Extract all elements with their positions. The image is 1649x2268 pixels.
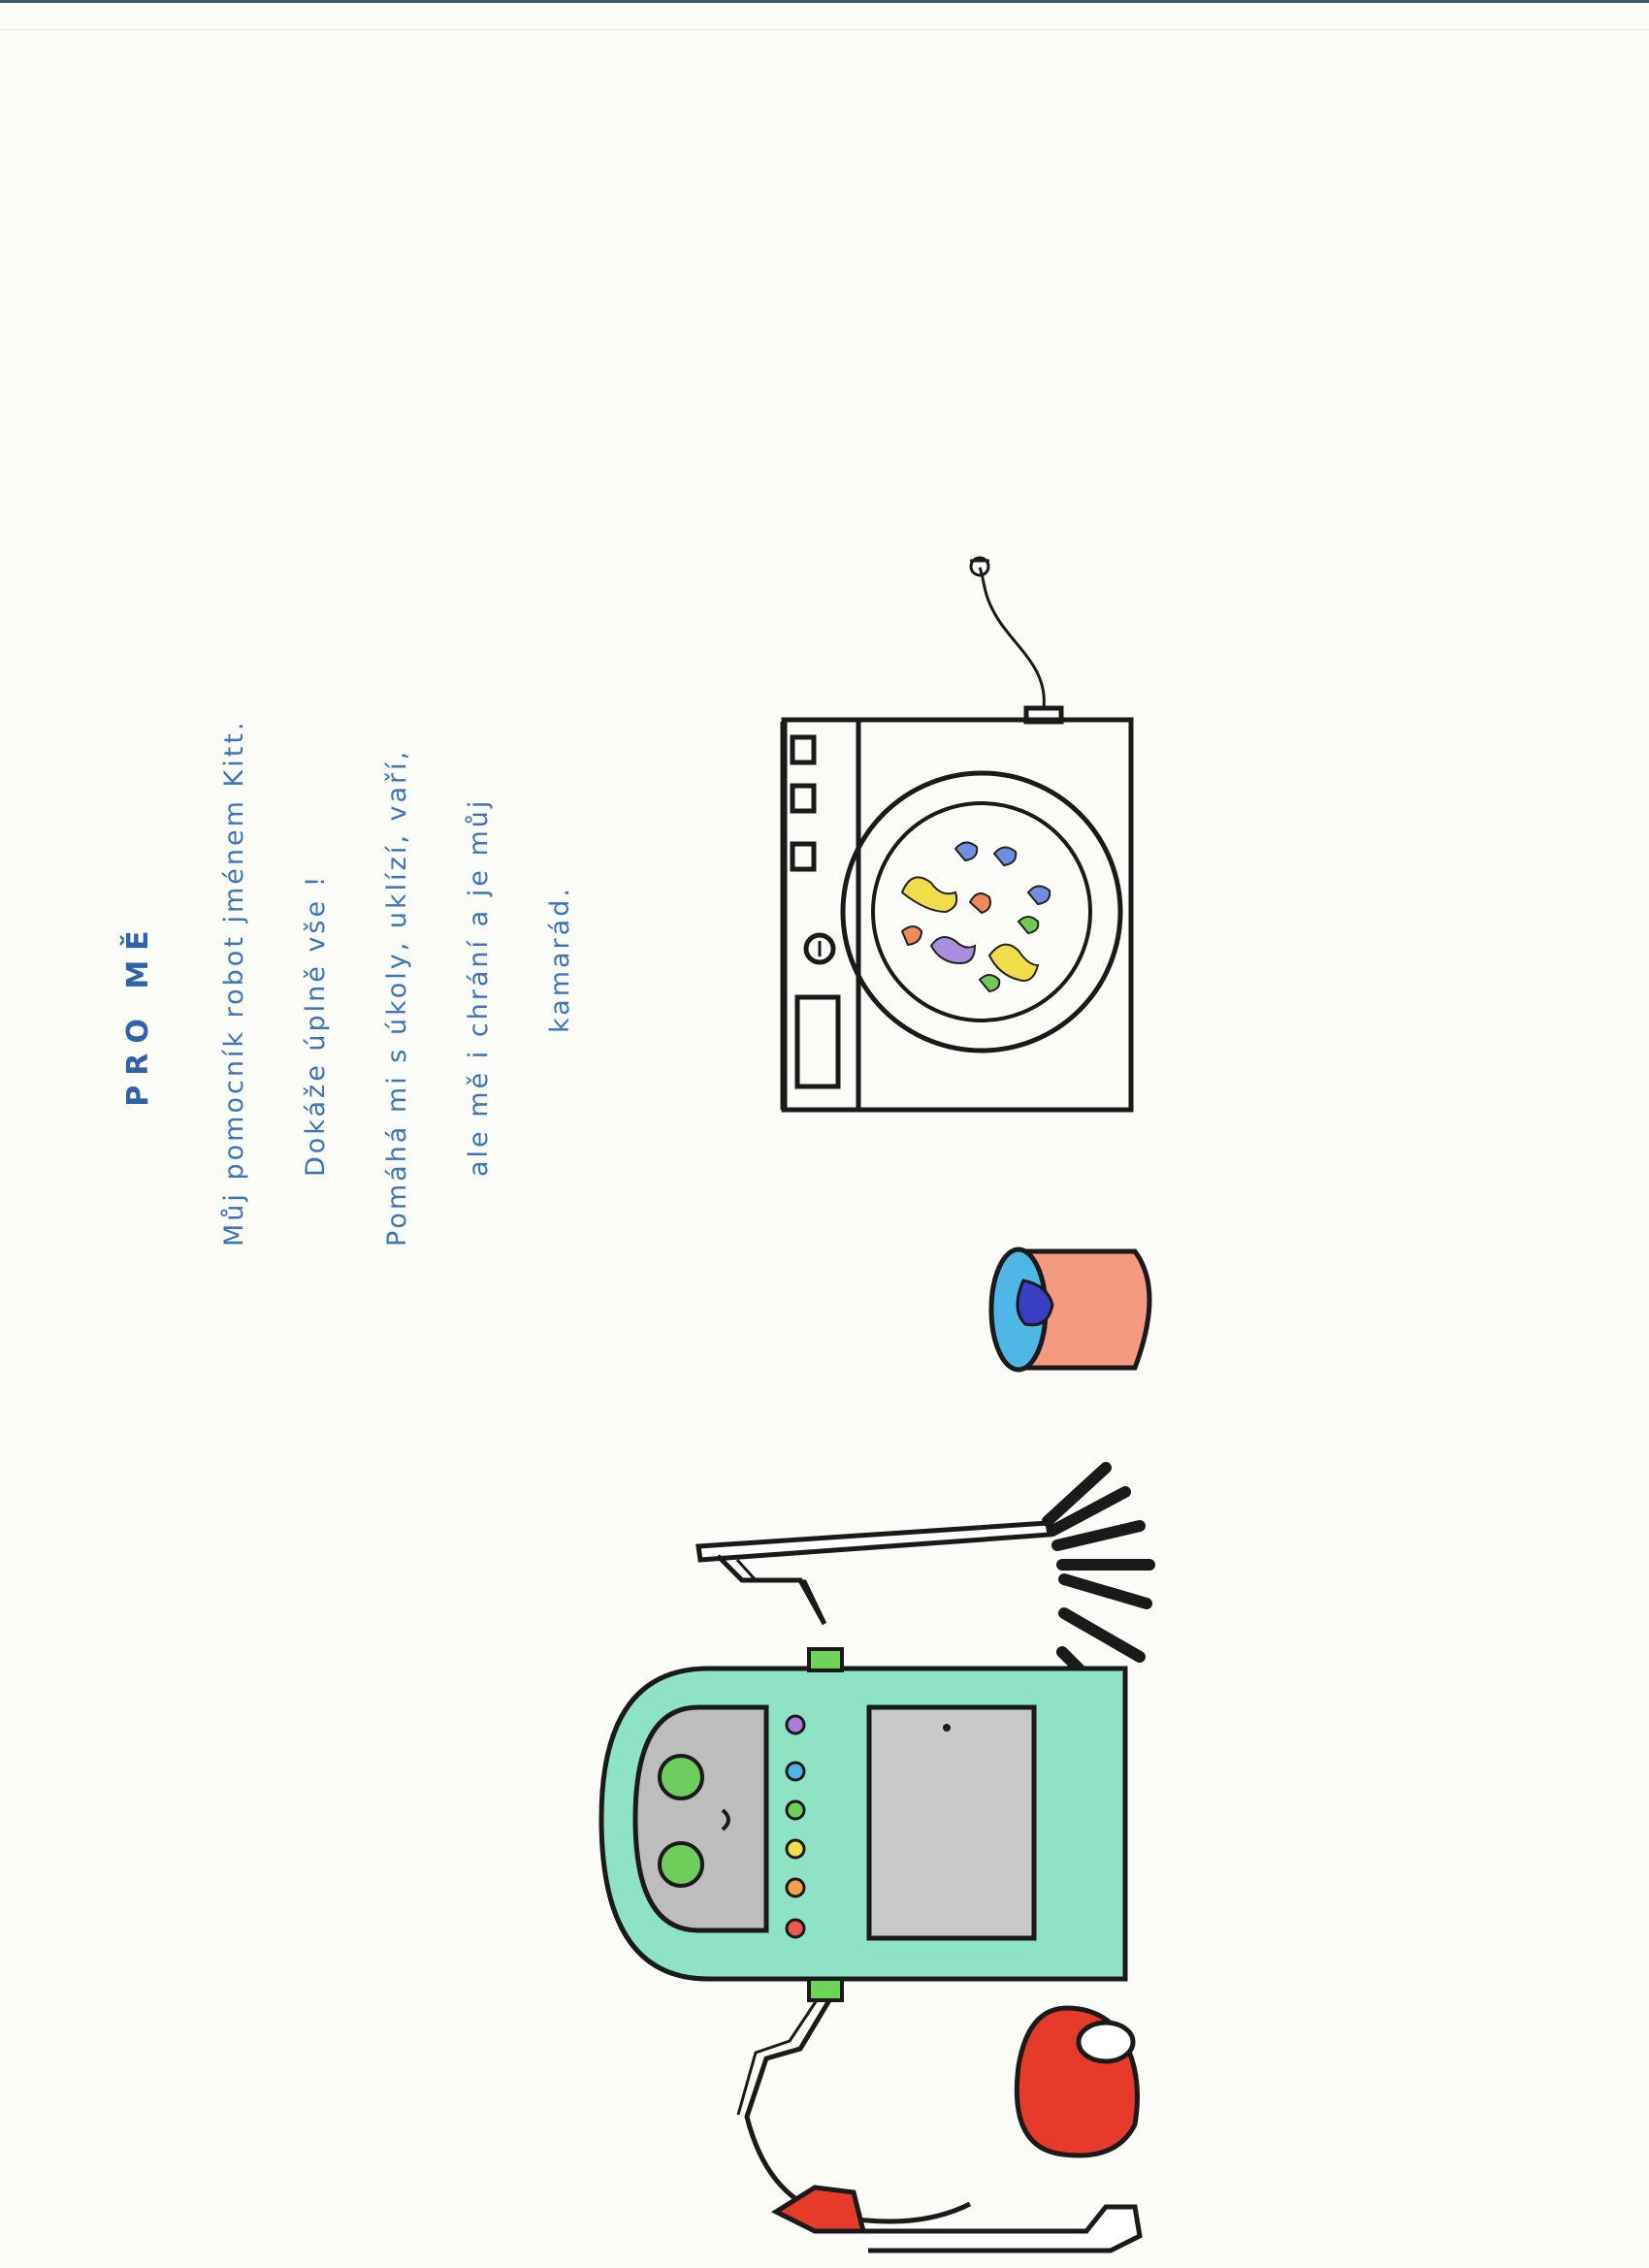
washing-machine-cable — [978, 567, 1046, 709]
vacuum-lid — [1076, 2020, 1136, 2064]
vacuum-cleaner — [736, 1998, 1143, 2253]
washing-machine-detergent-drawer — [794, 994, 841, 1089]
laundry-sock-red — [900, 925, 923, 947]
robot-light-orange — [785, 1877, 806, 1898]
drawing-illustration — [598, 556, 1155, 2253]
robot-joint-top — [807, 1647, 844, 1672]
robot-chest-screen — [866, 1704, 1037, 1941]
robot-eye-left — [658, 1754, 704, 1800]
laundry-sock-pink — [968, 892, 991, 915]
bucket — [988, 1247, 1152, 1373]
laundry-sock-yellow-2 — [987, 943, 1040, 982]
robot-light-purple — [785, 1714, 806, 1735]
washing-machine-plug-base — [1023, 705, 1064, 725]
washing-machine — [780, 556, 1134, 1113]
robot-light-red — [785, 1918, 806, 1939]
washing-machine-button-3 — [790, 841, 817, 872]
laundry-clothes — [900, 841, 1051, 993]
robot-light-yellow — [785, 1838, 806, 1860]
washing-machine-button-2 — [790, 783, 817, 814]
scanned-drawing-page: PRO MĚ Můj pomocník robot jménem Kitt. D… — [0, 0, 1649, 2268]
duster-handle — [695, 1520, 1052, 1563]
laundry-sock-blue-3 — [1026, 885, 1051, 906]
robot-eye-right — [658, 1841, 704, 1888]
robot-face-screen — [632, 1704, 769, 1933]
laundry-sock-green-1 — [1017, 916, 1040, 935]
robot-kitt — [598, 1647, 1128, 2002]
robot-arm-lower — [744, 1998, 972, 2224]
washing-machine-button-1 — [790, 734, 817, 765]
robot-joint-bottom — [807, 1977, 844, 2002]
laundry-sock-yellow-1 — [900, 876, 958, 914]
robot-light-blue — [785, 1761, 806, 1782]
robot-light-green — [785, 1799, 806, 1821]
laundry-sock-blue-1 — [954, 841, 979, 862]
laundry-sock-purple — [929, 936, 977, 965]
laundry-sock-green-2 — [978, 974, 1001, 993]
vacuum-floor-brush — [863, 2204, 1143, 2253]
laundry-sock-blue-2 — [992, 846, 1018, 867]
